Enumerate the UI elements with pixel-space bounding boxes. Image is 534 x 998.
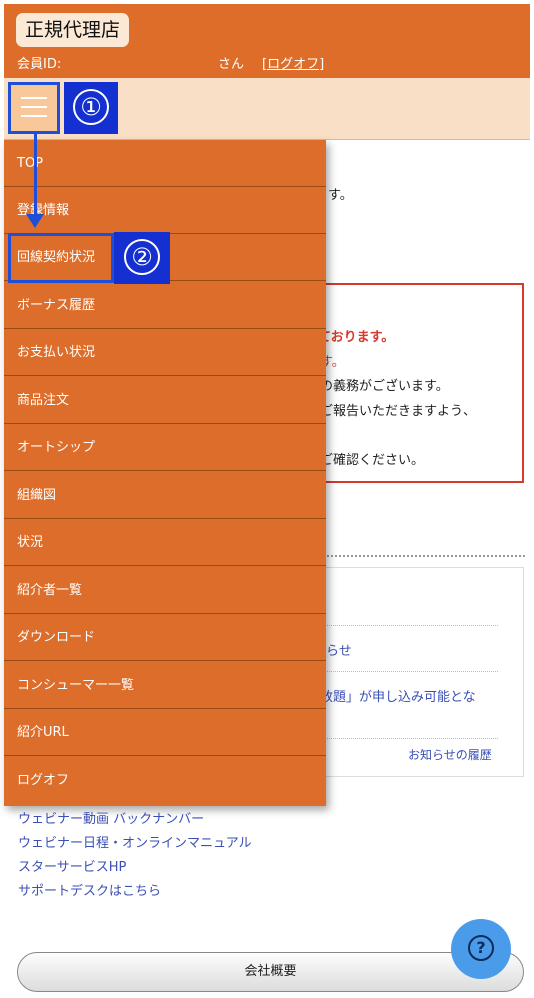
step-2-label: ② xyxy=(124,239,160,275)
news-item-1[interactable]: らせ xyxy=(326,640,352,659)
menu-item-logoff[interactable]: ログオフ xyxy=(4,757,326,804)
step-1-badge: ① xyxy=(64,82,118,134)
webinar-schedule-link[interactable]: ウェビナー日程・オンラインマニュアル xyxy=(18,832,252,856)
menu-item-top[interactable]: TOP xyxy=(4,140,326,187)
menu-item-registration-info[interactable]: 登録情報 xyxy=(4,187,326,234)
step-2-badge: ② xyxy=(114,232,170,284)
menu-item-product-order[interactable]: 商品注文 xyxy=(4,377,326,424)
news-item-2[interactable]: 放題」が申し込み可能とな xyxy=(320,686,476,705)
hamburger-bar xyxy=(21,115,47,117)
hamburger-bar xyxy=(21,106,47,108)
menu-item-consumer-list[interactable]: コンシューマー一覧 xyxy=(4,662,326,709)
footer-links: ウェビナー動画 バックナンバー ウェビナー日程・オンラインマニュアル スターサー… xyxy=(18,808,252,904)
logoff-link[interactable]: [ログオフ] xyxy=(262,53,324,72)
intro-text: す。 xyxy=(328,188,353,203)
member-name-suffix: さん xyxy=(218,57,245,72)
arrow-line xyxy=(34,132,37,216)
company-overview-button[interactable]: 会社概要 xyxy=(17,952,524,992)
news-history-link[interactable]: お知らせの履歴 xyxy=(408,746,492,763)
menu-item-payment-status[interactable]: お支払い状況 xyxy=(4,329,326,376)
menu-item-referral-url[interactable]: 紹介URL xyxy=(4,709,326,756)
news-separator xyxy=(300,625,498,626)
webinar-archive-link[interactable]: ウェビナー動画 バックナンバー xyxy=(18,808,252,832)
step-1-label: ① xyxy=(73,89,109,125)
notice-line-4: ご報告いただきますよう、 xyxy=(320,404,477,419)
menu-item-bonus-history[interactable]: ボーナス履歴 xyxy=(4,282,326,329)
support-desk-link[interactable]: サポートデスクはこちら xyxy=(18,880,252,904)
menu-item-org-chart[interactable]: 組織図 xyxy=(4,472,326,519)
site-header: 正規代理店 会員ID: さん [ログオフ] xyxy=(4,4,530,78)
notice-line-1: ております。 xyxy=(318,330,395,345)
notice-line-3: の義務がございます。 xyxy=(320,379,449,394)
arrow-down-icon xyxy=(26,214,44,228)
help-button[interactable]: ? xyxy=(451,919,511,979)
news-separator xyxy=(300,738,498,739)
highlight-frame xyxy=(8,233,114,283)
member-id-label: 会員ID: xyxy=(17,57,62,72)
news-separator xyxy=(300,671,498,672)
question-icon: ? xyxy=(468,935,494,961)
menu-item-autoship[interactable]: オートシップ xyxy=(4,424,326,471)
menu-item-referrer-list[interactable]: 紹介者一覧 xyxy=(4,567,326,614)
hamburger-bar xyxy=(21,97,47,99)
brand-label: 正規代理店 xyxy=(16,13,130,47)
hamburger-menu-button[interactable] xyxy=(8,82,60,134)
notice-line-5: ご確認ください。 xyxy=(320,453,425,468)
star-service-link[interactable]: スターサービスHP xyxy=(18,856,252,880)
menu-item-status[interactable]: 状況 xyxy=(4,519,326,566)
divider xyxy=(300,555,525,557)
menu-item-download[interactable]: ダウンロード xyxy=(4,614,326,661)
